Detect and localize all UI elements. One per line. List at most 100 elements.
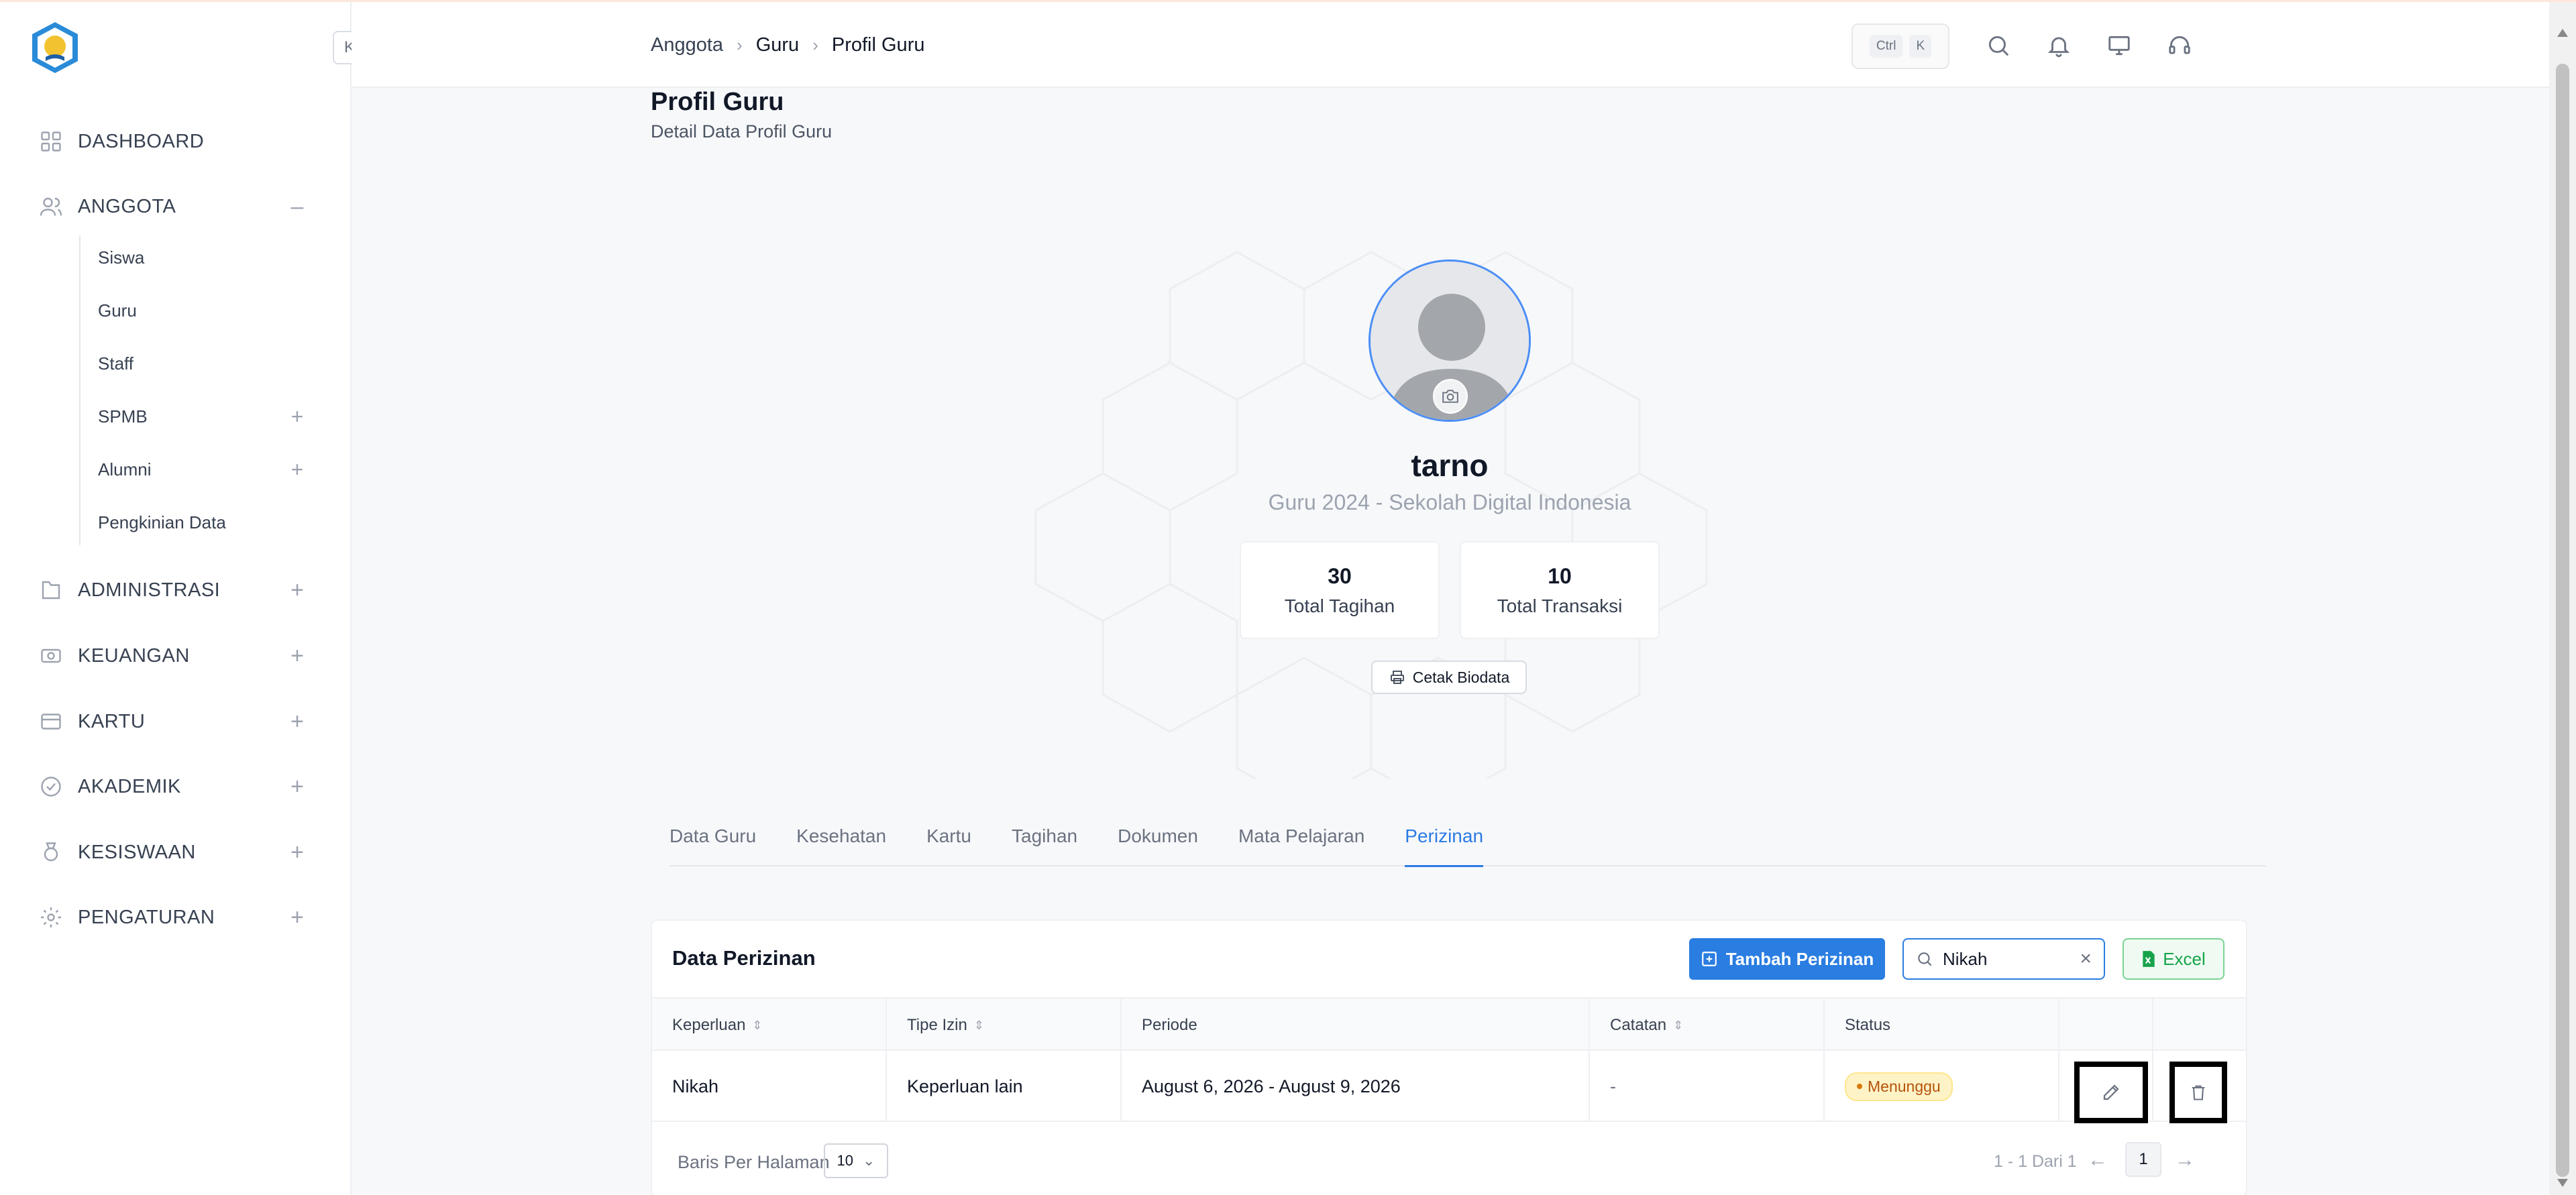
per-page-value: 10 bbox=[837, 1152, 854, 1169]
collapse-toggle-icon[interactable]: – bbox=[287, 195, 307, 218]
col-edit bbox=[2059, 999, 2153, 1052]
scroll-down-icon[interactable] bbox=[2557, 1179, 2568, 1187]
tab-kartu[interactable]: Kartu bbox=[926, 819, 971, 866]
tab-mata-pelajaran[interactable]: Mata Pelajaran bbox=[1238, 819, 1364, 866]
sort-icon[interactable]: ⇕ bbox=[974, 1019, 984, 1033]
col-label: Periode bbox=[1142, 1016, 1197, 1034]
profile-name: tarno bbox=[1411, 448, 1489, 483]
nav-anggota[interactable]: ANGGOTA – bbox=[39, 186, 307, 227]
chevron-right-icon: › bbox=[737, 35, 743, 55]
excel-export-button[interactable]: Excel bbox=[2123, 938, 2224, 980]
chevron-down-icon: ⌄ bbox=[863, 1152, 875, 1169]
scroll-thumb[interactable] bbox=[2556, 64, 2569, 1177]
nav-akademik[interactable]: AKADEMIK + bbox=[39, 766, 307, 807]
tab-dokumen[interactable]: Dokumen bbox=[1118, 819, 1198, 866]
support-icon[interactable] bbox=[2167, 33, 2192, 58]
submenu-guide-line bbox=[79, 235, 80, 545]
breadcrumb-guru[interactable]: Guru bbox=[756, 34, 799, 56]
kbd-ctrl: Ctrl bbox=[1869, 35, 1903, 58]
stat-label: Total Tagihan bbox=[1284, 595, 1395, 616]
cell-periode: August 6, 2026 - August 9, 2026 bbox=[1122, 1051, 1590, 1122]
cell-status: Menunggu bbox=[1825, 1051, 2059, 1122]
edit-icon bbox=[2103, 1084, 2119, 1100]
excel-file-icon bbox=[2143, 951, 2155, 967]
sub-label: Pengkinian Data bbox=[98, 512, 226, 532]
sidebar-item-siswa[interactable]: Siswa bbox=[98, 239, 307, 276]
col-delete bbox=[2153, 999, 2246, 1052]
table-header: Keperluan ⇕ Tipe Izin ⇕ Periode Catatan ⇕ S… bbox=[652, 997, 2246, 1052]
bell-icon[interactable] bbox=[2046, 33, 2072, 58]
col-catatan[interactable]: Catatan ⇕ bbox=[1590, 999, 1825, 1052]
add-label: Tambah Perizinan bbox=[1725, 948, 1874, 969]
nav-keuangan[interactable]: KEUANGAN + bbox=[39, 636, 307, 676]
sidebar-item-spmb[interactable]: SPMB + bbox=[98, 398, 307, 435]
col-tipe-izin[interactable]: Tipe Izin ⇕ bbox=[887, 999, 1122, 1052]
col-label: Keperluan bbox=[672, 1016, 746, 1034]
profile-school: Guru 2024 - Sekolah Digital Indonesia bbox=[1268, 490, 1631, 514]
profile-tabs: Data Guru Kesehatan Kartu Tagihan Dokume… bbox=[669, 819, 1483, 867]
expand-icon[interactable]: + bbox=[287, 906, 307, 929]
prev-page-icon[interactable]: ← bbox=[2088, 1149, 2108, 1172]
dashboard-icon bbox=[41, 131, 61, 152]
print-label: Cetak Biodata bbox=[1412, 668, 1510, 686]
edit-button[interactable] bbox=[2074, 1062, 2148, 1123]
stat-card-transaksi: 10 Total Transaksi bbox=[1460, 541, 1660, 639]
tab-perizinan[interactable]: Perizinan bbox=[1405, 819, 1483, 867]
nav-label: ANGGOTA bbox=[78, 195, 176, 217]
print-biodata-button[interactable]: Cetak Biodata bbox=[1371, 661, 1527, 694]
nav-kartu[interactable]: KARTU + bbox=[39, 701, 307, 742]
card-icon bbox=[41, 714, 61, 730]
expand-icon[interactable]: + bbox=[287, 457, 307, 482]
search-input[interactable]: Nikah × bbox=[1902, 938, 2105, 980]
command-palette-button[interactable]: Ctrl K bbox=[1851, 23, 1949, 69]
school-logo-icon[interactable] bbox=[28, 21, 82, 74]
nav-dashboard[interactable]: DASHBOARD bbox=[39, 121, 307, 162]
vertical-scrollbar[interactable] bbox=[2549, 2, 2576, 1195]
add-perizinan-button[interactable]: Tambah Perizinan bbox=[1689, 938, 1885, 980]
expand-icon[interactable]: + bbox=[287, 841, 307, 864]
search-icon[interactable] bbox=[1986, 33, 2011, 58]
rows-per-page-select[interactable]: 10 ⌄ bbox=[824, 1143, 888, 1178]
trash-icon bbox=[2192, 1085, 2205, 1100]
sidebar-item-staff[interactable]: Staff bbox=[98, 345, 307, 382]
kbd-k: K bbox=[1909, 35, 1932, 58]
sub-label: SPMB bbox=[98, 406, 148, 426]
expand-icon[interactable]: + bbox=[287, 775, 307, 798]
stat-card-tagihan: 30 Total Tagihan bbox=[1240, 541, 1440, 639]
tab-tagihan[interactable]: Tagihan bbox=[1012, 819, 1077, 866]
expand-icon[interactable]: + bbox=[287, 710, 307, 733]
stat-value: 10 bbox=[1548, 564, 1572, 588]
nav-administrasi[interactable]: ADMINISTRASI + bbox=[39, 570, 307, 610]
status-dot bbox=[1857, 1084, 1862, 1089]
delete-button[interactable] bbox=[2169, 1062, 2227, 1123]
table-row: Nikah Keperluan lain August 6, 2026 - Au… bbox=[652, 1051, 2246, 1123]
scroll-up-icon[interactable] bbox=[2557, 29, 2568, 37]
sidebar-item-guru[interactable]: Guru bbox=[98, 292, 307, 329]
monitor-icon[interactable] bbox=[2106, 33, 2132, 58]
nav-pengaturan[interactable]: PENGATURAN + bbox=[39, 897, 307, 937]
excel-label: Excel bbox=[2163, 948, 2206, 969]
sort-icon[interactable]: ⇕ bbox=[1673, 1019, 1683, 1033]
nav-kesiswaan[interactable]: KESISWAAN + bbox=[39, 832, 307, 872]
sidebar-item-pengkinian-data[interactable]: Pengkinian Data bbox=[98, 504, 307, 541]
plus-square-icon bbox=[1701, 952, 1717, 966]
col-status: Status bbox=[1825, 999, 2059, 1052]
sort-icon[interactable]: ⇕ bbox=[752, 1019, 762, 1033]
col-keperluan[interactable]: Keperluan ⇕ bbox=[652, 999, 887, 1052]
next-page-icon[interactable]: → bbox=[2175, 1149, 2195, 1172]
camera-icon[interactable] bbox=[1433, 379, 1468, 414]
expand-icon[interactable]: + bbox=[287, 644, 307, 667]
main-content: Profil Guru Detail Data Profil Guru tarn… bbox=[352, 88, 2549, 1195]
expand-icon[interactable]: + bbox=[287, 579, 307, 602]
tab-data-guru[interactable]: Data Guru bbox=[669, 819, 756, 866]
page-number-button[interactable]: 1 bbox=[2125, 1142, 2161, 1177]
tab-kesehatan[interactable]: Kesehatan bbox=[796, 819, 886, 866]
sidebar-item-alumni[interactable]: Alumni + bbox=[98, 451, 307, 488]
clear-search-icon[interactable]: × bbox=[2080, 948, 2092, 970]
breadcrumb-anggota[interactable]: Anggota bbox=[651, 34, 723, 56]
expand-icon[interactable]: + bbox=[287, 404, 307, 429]
page-title: Profil Guru bbox=[651, 88, 784, 116]
chevron-right-icon: › bbox=[812, 35, 818, 55]
nav-label: KESISWAAN bbox=[78, 841, 196, 863]
status-label: Menunggu bbox=[1868, 1077, 1941, 1095]
